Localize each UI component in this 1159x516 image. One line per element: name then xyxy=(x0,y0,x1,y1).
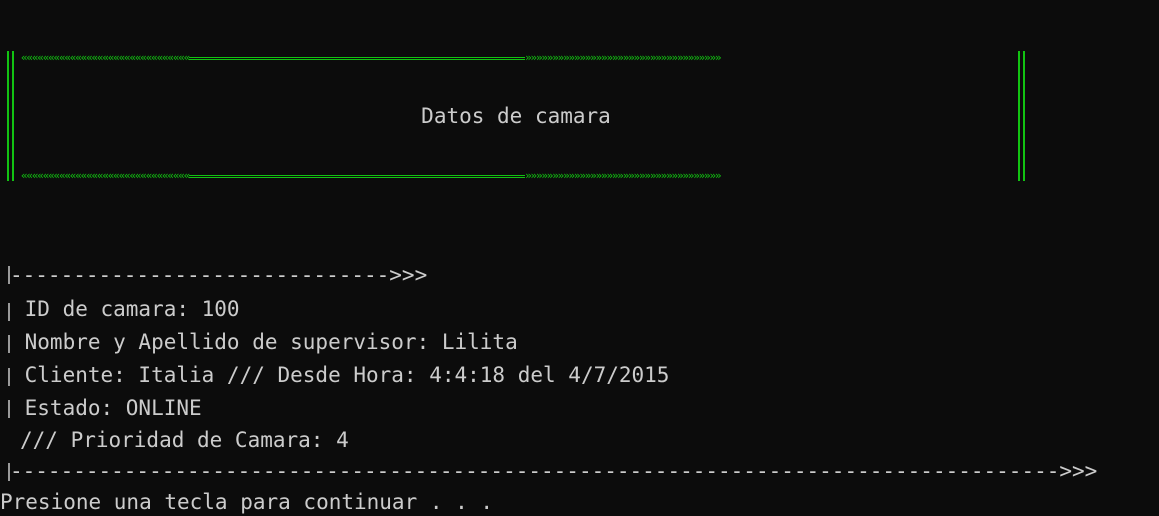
console-window: ««««««««««««««««««««««««««««««« »»»»»»»»… xyxy=(0,0,1159,516)
separator-top: ------------------------------>>> xyxy=(10,263,428,287)
frame-top-line xyxy=(189,56,526,60)
priority-line: /// Prioridad de Camara: 4 xyxy=(20,428,349,452)
frame-bottom-left-chevrons: ««««««««««««««««««««««««««««««« xyxy=(21,170,190,182)
header-title: Datos de camara xyxy=(421,104,611,128)
continue-prompt: Presione una tecla para continuar . . . xyxy=(0,490,494,514)
frame-top-border: ««««««««««««««««««««««««««««««« »»»»»»»»… xyxy=(7,52,1025,64)
camera-id-line: ID de camara: 100 xyxy=(12,297,240,321)
frame-bottom-line xyxy=(189,174,526,178)
row-pipe xyxy=(8,368,10,386)
row-pipe xyxy=(8,303,10,321)
row-pipe xyxy=(8,400,10,418)
state-line: Estado: ONLINE xyxy=(12,396,202,420)
header-frame: ««««««««««««««««««««««««««««««« »»»»»»»»… xyxy=(7,51,1025,182)
row-pipe xyxy=(8,335,10,353)
client-line: Cliente: Italia /// Desde Hora: 4:4:18 d… xyxy=(12,363,670,387)
supervisor-line: Nombre y Apellido de supervisor: Lilita xyxy=(12,330,518,354)
frame-top-left-chevrons: ««««««««««««««««««««««««««««««« xyxy=(21,52,190,64)
frame-bottom-border: ««««««««««««««««««««««««««««««« »»»»»»»»… xyxy=(7,170,1025,182)
separator-bottom: ----------------------------------------… xyxy=(10,459,1098,483)
frame-bottom-right-chevrons: »»»»»»»»»»»»»»»»»»»»»»»»»»»»»»»»»»»» xyxy=(525,170,721,182)
frame-top-right-chevrons: »»»»»»»»»»»»»»»»»»»»»»»»»»»»»»»»»»»» xyxy=(525,52,721,64)
